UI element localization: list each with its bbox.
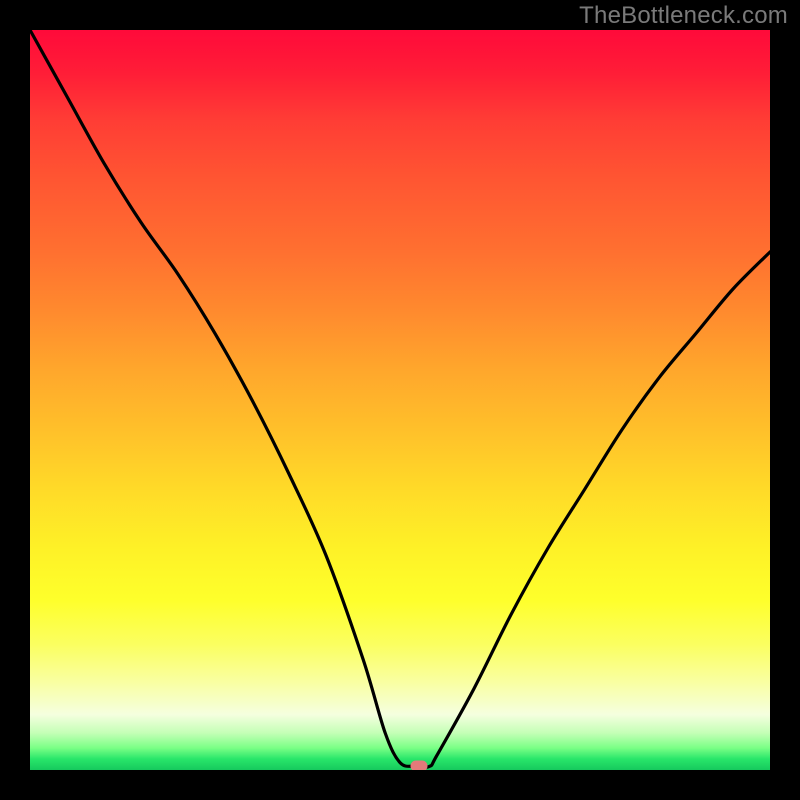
- watermark-text: TheBottleneck.com: [579, 2, 788, 30]
- optimum-marker: [410, 761, 427, 770]
- bottleneck-curve: [30, 30, 770, 770]
- chart-frame: TheBottleneck.com: [0, 0, 800, 800]
- plot-area: [30, 30, 770, 770]
